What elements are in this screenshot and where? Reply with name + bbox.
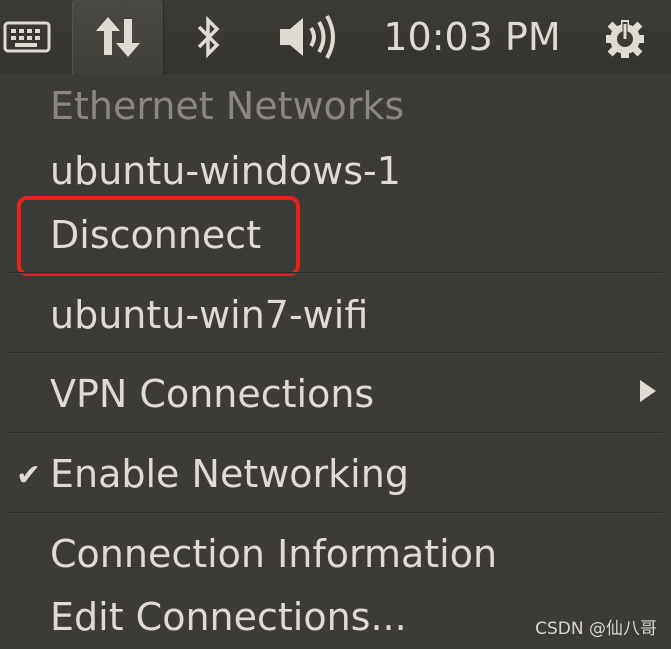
menu-separator	[8, 272, 663, 274]
menu-separator	[8, 352, 663, 354]
power-gear-icon[interactable]	[596, 0, 654, 74]
submenu-arrow-icon	[640, 380, 656, 402]
menu-item-edit-connections[interactable]: Edit Connections...	[50, 598, 407, 636]
menu-item-connection-information[interactable]: Connection Information	[50, 535, 497, 573]
checkmark-icon: ✔	[16, 458, 42, 493]
top-panel: 10:03 PM	[0, 0, 671, 74]
clock[interactable]: 10:03 PM	[380, 0, 564, 74]
watermark: CSDN @仙八哥	[535, 619, 657, 639]
menu-item-vpn-connections[interactable]: VPN Connections	[50, 375, 374, 413]
menu-separator	[8, 432, 663, 434]
section-header-ethernet: Ethernet Networks	[50, 84, 405, 128]
menu-separator	[8, 512, 663, 514]
disconnect-highlight-box	[17, 196, 300, 276]
network-updown-icon[interactable]	[72, 0, 164, 74]
menu-item-ubuntu-win7-wifi[interactable]: ubuntu-win7-wifi	[50, 296, 368, 334]
menu-item-ubuntu-windows-1[interactable]: ubuntu-windows-1	[50, 152, 401, 190]
keyboard-icon[interactable]	[0, 0, 56, 74]
volume-icon[interactable]	[274, 0, 344, 74]
menu-item-enable-networking[interactable]: Enable Networking	[50, 455, 409, 493]
bluetooth-icon[interactable]	[186, 0, 232, 74]
